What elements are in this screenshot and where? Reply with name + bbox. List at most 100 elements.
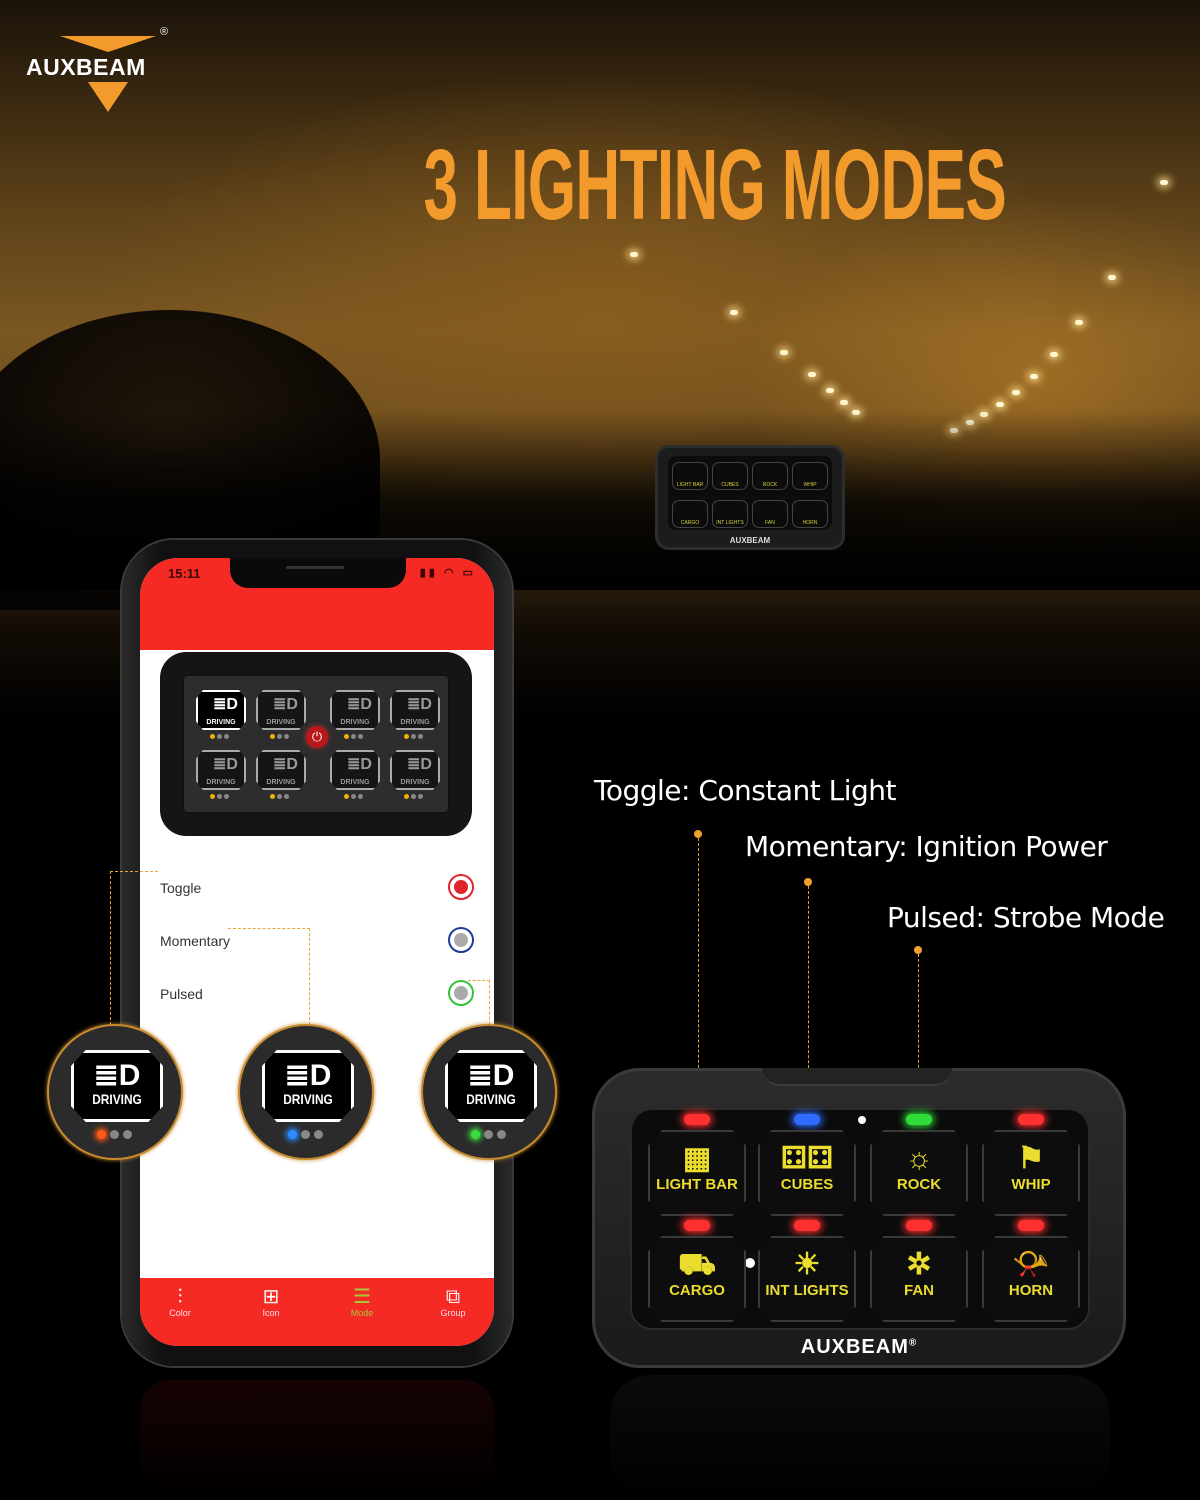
status-led	[794, 1114, 820, 1125]
led-dot	[210, 734, 215, 739]
mode-magnifier-3: ≣D DRIVING	[421, 1024, 557, 1160]
mode-magnifier-1: ≣D DRIVING	[47, 1024, 183, 1160]
led-dot	[301, 1130, 310, 1139]
status-led	[1018, 1220, 1044, 1231]
indicator-dot	[745, 1258, 755, 1268]
switch-label: DRIVING	[92, 1091, 142, 1107]
led-dot	[351, 734, 356, 739]
panel-button-whip[interactable]: ⚑ WHIP	[982, 1130, 1080, 1216]
driving-switch: ≣D DRIVING	[71, 1050, 163, 1122]
caption-toggle: Toggle: Constant Light	[594, 774, 897, 807]
radio-fill	[454, 880, 468, 894]
tab-color[interactable]: ⫶ Color	[150, 1286, 210, 1318]
grid-icon: ⊞	[262, 1286, 280, 1308]
logo-wordmark: AUXBEAM	[26, 54, 146, 80]
tab-icon[interactable]: ⊞ Icon	[241, 1286, 301, 1318]
led-dot	[404, 794, 409, 799]
preview-panel-face: ⏻ ≣D DRIVING ≣D DRIVING ≣D DRIVING ≣D DRIVING ≣D…	[182, 674, 450, 814]
mini-button: WHIP	[792, 462, 828, 490]
radio-fill	[454, 933, 468, 947]
status-led	[906, 1220, 932, 1231]
whip-icon: ⚑	[1017, 1142, 1045, 1175]
mini-button: INT LIGHTS	[712, 500, 748, 528]
panel-button-cargo[interactable]: ⛟ CARGO	[648, 1236, 746, 1322]
preview-switch-6[interactable]: ≣D DRIVING	[256, 750, 306, 790]
sliders-icon: ⫶	[177, 1286, 183, 1308]
status-led	[794, 1220, 820, 1231]
preview-switch-2[interactable]: ≣D DRIVING	[256, 690, 306, 730]
driving-light-icon: ≣D	[407, 756, 432, 773]
mode-row-pulsed[interactable]: Pulsed	[160, 980, 474, 1010]
led-dot	[358, 794, 363, 799]
panel-button-int-lights[interactable]: ☀ INT LIGHTS	[758, 1236, 856, 1322]
driving-light-icon: ≣D	[273, 696, 298, 713]
panel-button-fan[interactable]: ✲ FAN	[870, 1236, 968, 1322]
led-dot	[404, 734, 409, 739]
preview-switch-leds	[404, 794, 428, 799]
headline: 3 LIGHTING MODES	[423, 129, 1007, 241]
led-dot	[344, 734, 349, 739]
registered-mark: ®	[160, 26, 169, 38]
preview-switch-3[interactable]: ≣D DRIVING	[330, 690, 380, 730]
light-bar-icon: ▦	[682, 1142, 712, 1175]
mode-row-toggle[interactable]: Toggle	[160, 874, 474, 904]
panel-reflection	[610, 1375, 1110, 1500]
led-dot	[97, 1130, 106, 1139]
panel-button-horn[interactable]: 📯 HORN	[982, 1236, 1080, 1322]
preview-switch-leds	[270, 734, 294, 739]
brand-logo: AUXBEAM ®	[26, 26, 196, 116]
status-led	[906, 1114, 932, 1125]
tab-mode[interactable]: ☰ Mode	[332, 1286, 392, 1318]
preview-switch-label: DRIVING	[400, 779, 430, 786]
panel-button-light-bar[interactable]: ▦ LIGHT BAR	[648, 1130, 746, 1216]
led-dot	[277, 734, 282, 739]
led-dot	[351, 794, 356, 799]
panel-brand: AUXBEAM®	[592, 1336, 1126, 1359]
mode-row-momentary[interactable]: Momentary	[160, 927, 474, 957]
panel-registered-mark: ®	[908, 1337, 918, 1349]
led-dot	[484, 1130, 493, 1139]
preview-switch-7[interactable]: ≣D DRIVING	[330, 750, 380, 790]
status-led	[684, 1114, 710, 1125]
beacon-icon: ☰	[353, 1286, 371, 1308]
button-label: ROCK	[896, 1176, 942, 1193]
tab-group[interactable]: ⧉ Group	[423, 1286, 483, 1318]
mode-label: Toggle	[160, 880, 202, 896]
horn-icon: 📯	[1012, 1248, 1050, 1281]
cubes-icon: ⚃⚃	[780, 1142, 834, 1175]
mode-label: Pulsed	[160, 986, 203, 1002]
preview-switch-8[interactable]: ≣D DRIVING	[390, 750, 440, 790]
connector-line-pulsed	[468, 980, 490, 1025]
led-dot	[224, 734, 229, 739]
button-label: INT LIGHTS	[765, 1282, 849, 1299]
led-dot	[224, 794, 229, 799]
power-icon[interactable]: ⏻	[306, 726, 328, 748]
switch-leds	[471, 1130, 510, 1139]
mini-button: LIGHT BAR	[672, 462, 708, 490]
panel-button-rock[interactable]: ☼ ROCK	[870, 1130, 968, 1216]
preview-switch-leds	[210, 794, 234, 799]
switch-label: DRIVING	[466, 1091, 516, 1107]
switch-panel: ON / OFF ▦LIGHT BAR⚃⚃CUBES☼ROCK⚑WHIP⛟CAR…	[592, 1068, 1126, 1368]
panel-button-cubes[interactable]: ⚃⚃ CUBES	[758, 1130, 856, 1216]
panel-face: ON / OFF ▦LIGHT BAR⚃⚃CUBES☼ROCK⚑WHIP⛟CAR…	[630, 1108, 1090, 1330]
mini-panel-face: LIGHT BAR CUBES ROCK WHIP CARGO INT LIGHTS FAN…	[668, 456, 832, 530]
mode-radio-toggle[interactable]	[448, 874, 474, 900]
preview-switch-5[interactable]: ≣D DRIVING	[196, 750, 246, 790]
mode-radio-momentary[interactable]	[448, 927, 474, 953]
button-label: HORN	[1008, 1282, 1054, 1299]
switch-leds	[288, 1130, 327, 1139]
int-lights-icon: ☀	[793, 1248, 821, 1281]
status-led	[1018, 1114, 1044, 1125]
tab-label: Icon	[262, 1308, 280, 1318]
mode-label: Momentary	[160, 933, 231, 949]
led-dot	[217, 794, 222, 799]
preview-switch-4[interactable]: ≣D DRIVING	[390, 690, 440, 730]
led-dot	[344, 794, 349, 799]
driving-light-icon: ≣D	[347, 696, 372, 713]
led-dot	[358, 734, 363, 739]
switch-label: DRIVING	[283, 1091, 333, 1107]
mini-button: ROCK	[752, 462, 788, 490]
preview-switch-1[interactable]: ≣D DRIVING	[196, 690, 246, 730]
bottom-tab-bar: ⫶ Color ⊞ Icon ☰ Mode ⧉ Group	[140, 1278, 494, 1346]
